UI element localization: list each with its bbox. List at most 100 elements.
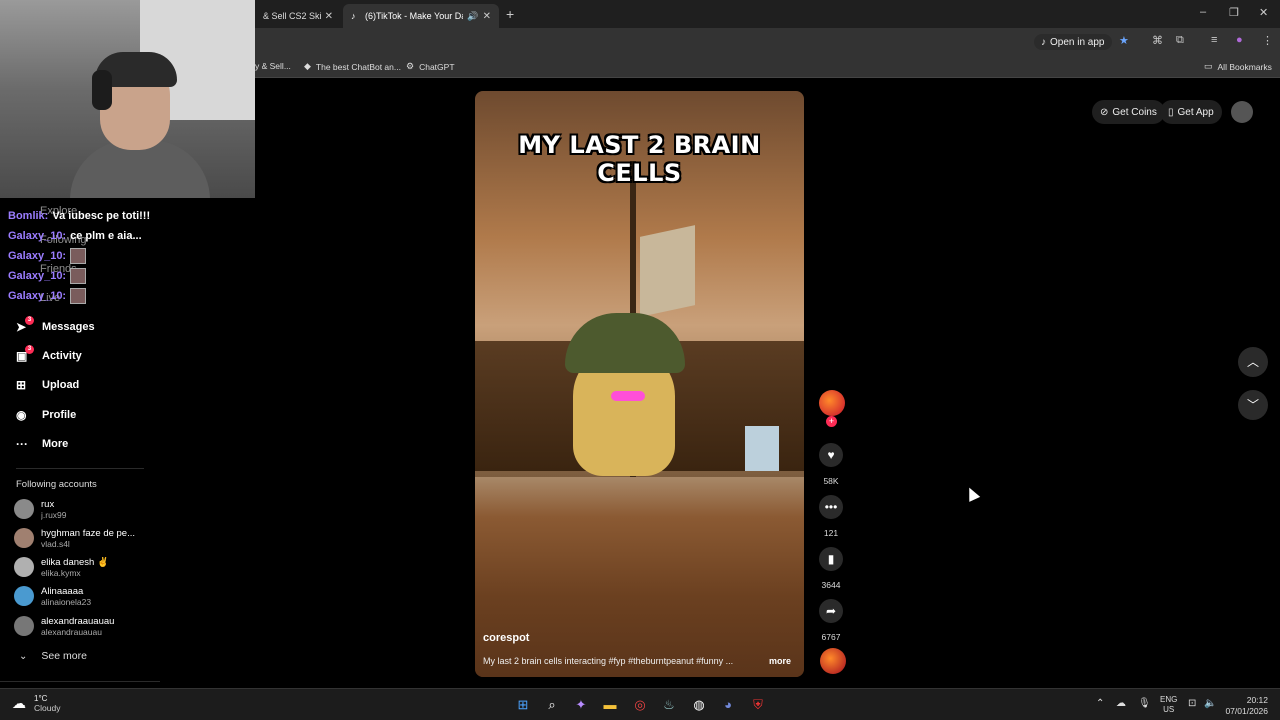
creator-avatar[interactable] [819, 390, 845, 416]
webcam-overlay [0, 0, 255, 198]
sidebar-item-label: Upload [42, 379, 80, 391]
clock[interactable]: 20:12 07/01/2026 [1222, 695, 1268, 717]
menu-icon[interactable]: ⋮ [1262, 34, 1273, 47]
chrome-icon[interactable]: ◎ [630, 695, 650, 715]
account-item[interactable]: alexandraauauau alexandrauauau [14, 612, 154, 640]
get-app-button[interactable]: ▯ Get App [1160, 100, 1222, 124]
puzzle-icon[interactable]: ⧉ [1176, 34, 1184, 47]
chat-line: Galaxy_10: ce plm e aia... [8, 226, 150, 246]
account-item[interactable]: Alinaaaaa alinaionela23 [14, 582, 154, 610]
previous-video-button[interactable]: ︿ [1238, 347, 1268, 377]
cloud-icon: ☁ [12, 695, 26, 711]
like-button[interactable]: ♥ [819, 443, 843, 467]
onedrive-icon[interactable]: ☁ [1116, 698, 1126, 709]
search-icon[interactable]: ⌕ [542, 695, 562, 715]
avatar[interactable] [1231, 101, 1253, 123]
all-bookmarks[interactable]: ▭ All Bookmarks [1204, 61, 1272, 72]
emote-icon [70, 248, 87, 264]
volume-icon[interactable]: 🔈 [1204, 698, 1216, 709]
save-button[interactable]: ▮ [819, 547, 843, 571]
star-icon[interactable]: ★ [1119, 34, 1129, 47]
tab-label: & Sell CS2 Skins c [263, 11, 321, 21]
video-player[interactable]: MY LAST 2 BRAIN CELLS corespot My last 2… [475, 91, 804, 677]
weather-widget[interactable]: ☁ 1°C Cloudy [12, 694, 60, 713]
chevron-down-icon: ﹀ [1246, 398, 1259, 412]
sidebar-item-profile[interactable]: ◉ Profile [16, 405, 76, 425]
more-button[interactable]: more [769, 656, 791, 666]
microphone-icon[interactable]: 🎙 [1138, 698, 1151, 709]
tab-tiktok[interactable]: ♪ (6)TikTok - Make Your Day 🔊 ✕ [343, 4, 499, 28]
get-coins-button[interactable]: ⊘ Get Coins [1092, 100, 1165, 124]
ellipsis-icon: ··· [16, 437, 28, 451]
minimize-icon[interactable]: – [1200, 6, 1206, 18]
bookmark-label: The best ChatBot an... [315, 61, 401, 72]
extension-icon[interactable]: ⌘ [1152, 34, 1163, 47]
keyboard-layout: US [1163, 705, 1175, 714]
chat-user: Galaxy_10: [8, 270, 67, 282]
avatar [14, 586, 34, 606]
clock-date: 07/01/2026 [1225, 706, 1268, 716]
sidebar-item-messages[interactable]: ➤ 3 Messages [16, 316, 95, 337]
sidebar-item-upload[interactable]: ⊞ Upload [16, 375, 79, 395]
bookmark-item[interactable]: ◆ The best ChatBot an... [304, 61, 401, 72]
heart-icon: ♥ [827, 448, 835, 462]
save-count: 3644 [821, 580, 841, 590]
sidebar-item-label: Profile [42, 409, 77, 421]
account-name: elika danesh ✌ [41, 556, 109, 568]
windows-start-icon[interactable]: ⊞ [513, 695, 533, 715]
notification-badge: 3 [25, 345, 34, 354]
restore-icon[interactable]: ❐ [1229, 6, 1239, 19]
bookmark-item[interactable]: ⚙ ChatGPT [406, 61, 455, 72]
copilot-icon[interactable]: ✦ [571, 695, 591, 715]
speaker-icon[interactable]: 🔊 [467, 11, 478, 22]
new-tab-button[interactable]: + [506, 6, 514, 22]
discord-icon[interactable]: ◕ [718, 695, 738, 715]
chat-user: Galaxy_10: [8, 230, 67, 242]
open-in-app-button[interactable]: ♪ Open in app [1034, 34, 1112, 50]
steam-icon[interactable]: ♨ [659, 695, 679, 715]
share-count: 6767 [821, 632, 841, 642]
account-item[interactable]: hyghman faze de pe... vlad.s4l [14, 524, 154, 552]
tab-cs2-skins[interactable]: & Sell CS2 Skins c ✕ [255, 4, 341, 28]
follow-plus-icon[interactable]: + [826, 416, 837, 427]
language-code: ENG [1160, 695, 1178, 704]
profile-icon[interactable]: ● [1236, 34, 1243, 46]
obs-icon[interactable]: ◍ [689, 695, 709, 715]
see-more-button[interactable]: ⌄ See more [19, 650, 87, 662]
divider [0, 681, 160, 682]
folder-icon: ▭ [1204, 61, 1213, 71]
sidebar-item-more[interactable]: ··· More [16, 434, 68, 454]
account-handle: alexandrauauau [41, 626, 102, 637]
comment-button[interactable]: ••• [819, 495, 843, 519]
language-indicator[interactable]: ENG US [1160, 695, 1177, 715]
tab-label: (6)TikTok - Make Your Day [365, 11, 464, 21]
windows-taskbar: ☁ 1°C Cloudy ⊞ ⌕ ✦ ▬ ◎ ♨ ◍ ◕ ⛨ ⌃ ☁ 🎙 ENG… [0, 688, 1280, 720]
plus-icon: ⊞ [16, 378, 27, 392]
chevron-up-icon[interactable]: ⌃ [1096, 698, 1104, 709]
video-author[interactable]: corespot [483, 632, 529, 644]
network-icon[interactable]: ⊡ [1188, 698, 1196, 709]
chat-line: Galaxy_10: [8, 246, 150, 266]
music-disc-icon[interactable] [820, 648, 846, 674]
bookmark-item[interactable]: y & Sell... [255, 61, 291, 71]
shield-icon[interactable]: ⛨ [748, 695, 768, 715]
account-name: Alinaaaaa [41, 585, 84, 597]
avatar [14, 528, 34, 548]
chat-line: Galaxy_10: [8, 266, 150, 286]
file-explorer-icon[interactable]: ▬ [600, 695, 620, 715]
media-icon[interactable]: ≡ [1211, 34, 1217, 46]
account-item[interactable]: rux j.rux99 [14, 495, 154, 523]
next-video-button[interactable]: ﹀ [1238, 390, 1268, 420]
close-window-icon[interactable]: ✕ [1259, 6, 1268, 19]
close-icon[interactable]: ✕ [483, 11, 491, 22]
avatar [14, 499, 34, 519]
video-description: My last 2 brain cells interacting #fyp #… [483, 656, 734, 666]
account-name: alexandraauauau [41, 615, 115, 627]
share-icon: ➦ [825, 604, 837, 618]
sidebar-item-activity[interactable]: ▣ 3 Activity [16, 345, 82, 366]
account-item[interactable]: elika danesh ✌ elika.kymx [14, 553, 154, 581]
account-name: rux [41, 498, 55, 510]
video-scene [475, 477, 804, 677]
close-icon[interactable]: ✕ [325, 11, 333, 22]
share-button[interactable]: ➦ [819, 599, 843, 623]
